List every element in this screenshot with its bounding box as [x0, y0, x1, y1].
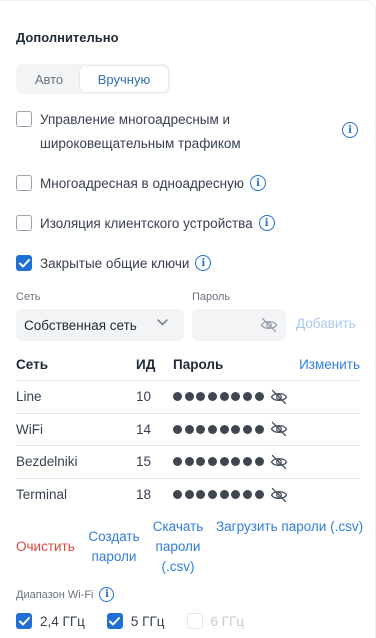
- checkbox-checked[interactable]: [106, 613, 123, 629]
- column-header-id: ИД: [136, 357, 156, 372]
- table-header: Сеть ИД Пароль Изменить: [16, 349, 360, 381]
- row-network: Line: [16, 389, 42, 405]
- option-private-psk[interactable]: Закрытые общие ключи i: [16, 255, 212, 271]
- upload-passwords-button[interactable]: Загрузить пароли (.csv): [216, 517, 363, 537]
- create-passwords-line: Создать: [88, 529, 140, 544]
- row-network: WiFi: [16, 421, 43, 437]
- chevron-down-icon: [157, 319, 168, 326]
- password-mask: [173, 389, 267, 404]
- info-icon[interactable]: i: [99, 587, 115, 602]
- row-password: [173, 421, 288, 437]
- option-label: Многоадресная в одноадресную: [40, 175, 244, 191]
- band-2-4ghz[interactable]: 2,4 ГГц: [16, 613, 85, 629]
- check-icon: [109, 616, 121, 625]
- band-5ghz[interactable]: 5 ГГц: [106, 613, 165, 629]
- password-mask: [173, 487, 267, 502]
- checkbox[interactable]: [16, 215, 32, 231]
- download-passwords-line: (.csv): [161, 559, 195, 574]
- download-passwords-button[interactable]: Скачать пароли (.csv): [150, 517, 206, 577]
- mode-auto-option[interactable]: Авто: [18, 66, 80, 92]
- option-label: Закрытые общие ключи: [40, 255, 190, 271]
- advanced-settings-panel: Дополнительно Авто Вручную Управление мн…: [0, 0, 376, 638]
- check-icon: [18, 258, 30, 267]
- table-row[interactable]: WiFi 14: [16, 414, 360, 446]
- option-multicast-to-unicast[interactable]: Многоадресная в одноадресную i: [16, 175, 266, 191]
- row-network: Terminal: [16, 487, 68, 503]
- create-passwords-line: пароли: [91, 549, 137, 564]
- checkbox-checked[interactable]: [16, 613, 32, 629]
- password-mask: [173, 422, 267, 437]
- option-label: Управление многоадресным и широковещател…: [40, 108, 330, 156]
- network-select[interactable]: Собственная сеть: [16, 309, 184, 341]
- mode-manual-option[interactable]: Вручную: [80, 66, 168, 92]
- row-id: 10: [136, 389, 152, 405]
- band-label: 2,4 ГГц: [40, 613, 85, 629]
- clear-button[interactable]: Очистить: [16, 537, 75, 557]
- eye-off-icon[interactable]: [270, 487, 288, 503]
- info-icon[interactable]: i: [258, 215, 275, 231]
- table-actions: Очистить Создать пароли Скачать пароли (…: [16, 517, 366, 577]
- info-icon[interactable]: i: [342, 122, 358, 138]
- password-mask: [173, 454, 267, 469]
- mode-toggle[interactable]: Авто Вручную: [16, 64, 170, 94]
- option-label-line: широковещательным трафиком: [40, 136, 241, 151]
- row-password: [173, 454, 288, 470]
- info-icon[interactable]: i: [195, 255, 212, 271]
- wifi-band-label-text: Диапазон Wi-Fi: [16, 588, 94, 601]
- wifi-band-label: Диапазон Wi-Fi i: [16, 587, 115, 602]
- download-passwords-line: Скачать: [152, 519, 204, 534]
- wifi-bands: 2,4 ГГц 5 ГГц 6 ГГц: [16, 613, 266, 629]
- row-id: 15: [136, 454, 152, 470]
- band-label: 6 ГГц: [210, 613, 245, 629]
- password-field-label: Пароль: [192, 291, 231, 303]
- network-field-label: Сеть: [16, 291, 41, 303]
- download-passwords-line: пароли: [155, 539, 201, 554]
- column-header-network: Сеть: [16, 357, 48, 372]
- row-id: 14: [136, 421, 152, 437]
- password-input[interactable]: [192, 309, 286, 341]
- row-id: 18: [136, 487, 152, 503]
- row-password: [173, 389, 288, 405]
- checkbox-disabled: [186, 613, 203, 629]
- table-row[interactable]: Line 10: [16, 381, 360, 414]
- eye-off-icon[interactable]: [270, 454, 288, 470]
- table-row[interactable]: Terminal 18: [16, 479, 360, 512]
- eye-off-icon[interactable]: [270, 389, 288, 405]
- row-network: Bezdelniki: [16, 454, 78, 470]
- network-select-value: Собственная сеть: [24, 317, 137, 333]
- option-label: Изоляция клиентского устройства: [40, 215, 253, 231]
- keys-table: Сеть ИД Пароль Изменить Line 10 WiFi 14 …: [16, 349, 360, 511]
- row-password: [173, 487, 288, 503]
- section-title: Дополнительно: [16, 30, 119, 45]
- checkbox[interactable]: [16, 175, 32, 191]
- check-icon: [18, 616, 30, 625]
- band-label: 5 ГГц: [130, 613, 165, 629]
- add-button[interactable]: Добавить: [296, 316, 356, 331]
- option-label-line: Управление многоадресным и: [40, 112, 231, 127]
- eye-off-icon[interactable]: [270, 421, 288, 437]
- edit-button[interactable]: Изменить: [299, 357, 360, 372]
- create-passwords-button[interactable]: Создать пароли: [88, 527, 140, 567]
- info-icon[interactable]: i: [249, 175, 266, 191]
- checkbox[interactable]: [16, 111, 32, 127]
- band-6ghz: 6 ГГц: [186, 613, 245, 629]
- checkbox-checked[interactable]: [16, 255, 32, 271]
- eye-off-icon[interactable]: [260, 317, 278, 333]
- column-header-password: Пароль: [173, 357, 224, 372]
- table-row[interactable]: Bezdelniki 15: [16, 446, 360, 479]
- option-client-isolation[interactable]: Изоляция клиентского устройства i: [16, 215, 275, 231]
